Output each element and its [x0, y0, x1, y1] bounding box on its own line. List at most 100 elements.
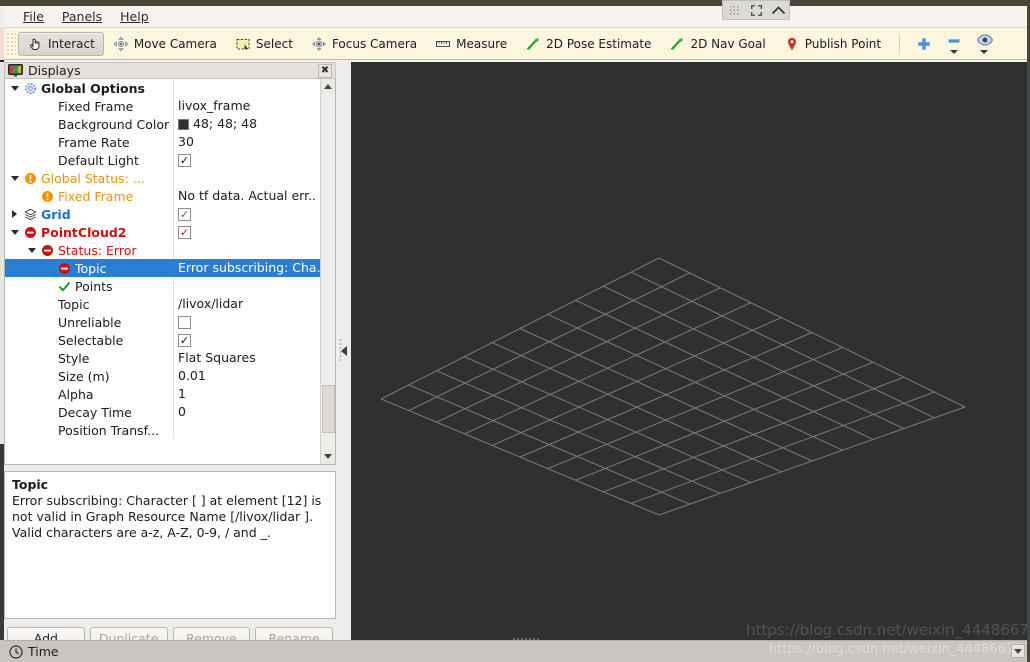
tree-row[interactable]: StyleFlat Squares — [5, 349, 320, 367]
visibility-tool-button[interactable] — [969, 33, 999, 54]
tree-item-value[interactable]: 0 — [173, 403, 320, 421]
tree-item-value[interactable]: 0.01 — [173, 367, 320, 385]
close-icon[interactable]: ✖ — [318, 64, 332, 78]
tree-item-label: Fixed Frame — [58, 99, 133, 114]
tree-item-value[interactable]: 1 — [173, 385, 320, 403]
tree-item-value[interactable]: 30 — [173, 133, 320, 151]
menu-panels[interactable]: Panels — [53, 7, 111, 26]
error-icon — [58, 262, 71, 275]
tree-row[interactable]: Size (m) 0.01 — [5, 367, 320, 385]
tree-item-value[interactable] — [173, 169, 320, 187]
tree-row[interactable]: Selectable✓ — [5, 331, 320, 349]
tool-measure[interactable]: Measure — [426, 32, 516, 56]
time-panel-expand-icon[interactable] — [1011, 644, 1025, 658]
tree-icon-spacer — [41, 154, 54, 167]
tool-move-camera[interactable]: Move Camera — [104, 32, 226, 56]
tree-row[interactable]: Position Transf... — [5, 421, 320, 439]
tree-row[interactable]: Decay Time0 — [5, 403, 320, 421]
tree-row[interactable]: Global Status: ... — [5, 169, 320, 187]
eye-icon — [976, 33, 992, 49]
checkbox[interactable]: ✓ — [178, 226, 191, 239]
checkbox[interactable]: ✓ — [178, 334, 191, 347]
tree-row[interactable]: Topic/livox/lidar — [5, 295, 320, 313]
tree-item-value[interactable]: ✓ — [173, 205, 320, 223]
tree-item-value[interactable]: ✓ — [173, 151, 320, 169]
tree-item-value[interactable]: Flat Squares — [173, 349, 320, 367]
tree-item-value[interactable]: ✓ — [173, 223, 320, 241]
tool-2d-pose-estimate[interactable]: 2D Pose Estimate — [516, 32, 660, 56]
expander-down-icon[interactable] — [9, 227, 20, 238]
toolbar: Interact Move Camera — [4, 28, 1027, 60]
collapse-icon[interactable] — [770, 3, 786, 17]
tree-row[interactable]: Grid✓ — [5, 205, 320, 223]
tree-row[interactable]: Frame Rate30 — [5, 133, 320, 151]
tool-focus-camera[interactable]: Focus Camera — [302, 32, 426, 56]
window-controls-overlay[interactable] — [722, 0, 790, 20]
tool-interact[interactable]: Interact — [18, 32, 104, 56]
scrollbar-thumb[interactable] — [322, 385, 335, 433]
tree-row[interactable]: TopicError subscribing: Cha.. — [5, 259, 320, 277]
3d-render-view[interactable]: https://blog.csdn.net/weixin_44486677 — [351, 62, 1027, 640]
tree-row[interactable]: Unreliable — [5, 313, 320, 331]
map-pin-icon — [784, 36, 800, 52]
tree-row[interactable]: Fixed FrameNo tf data. Actual err.. — [5, 187, 320, 205]
tree-item-value[interactable]: /livox/lidar — [173, 295, 320, 313]
tree-indent-spacer — [43, 281, 54, 292]
tree-item-value[interactable] — [173, 79, 320, 97]
expander-right-icon[interactable] — [9, 209, 20, 220]
time-panel: Time https://blog.csdn.net/weixin_444866… — [4, 640, 1027, 662]
tree-item-value[interactable] — [173, 277, 320, 295]
expander-down-icon[interactable] — [26, 245, 37, 256]
tree-indent-spacer — [26, 425, 37, 436]
tree-item-value[interactable]: 48; 48; 48 — [173, 115, 320, 133]
grid-icon[interactable] — [726, 3, 742, 17]
gear-icon — [24, 82, 37, 95]
tree-item-label: Size (m) — [58, 369, 110, 384]
add-tool-button[interactable] — [909, 36, 939, 52]
tree-item-value[interactable]: ✓ — [173, 331, 320, 349]
chevron-down-icon[interactable] — [980, 50, 988, 54]
time-panel-label: Time — [28, 644, 59, 659]
chevron-down-icon[interactable] — [950, 50, 958, 54]
tree-vertical-scrollbar[interactable] — [320, 79, 335, 464]
panel-splitter[interactable] — [337, 62, 351, 640]
menu-file[interactable]: File — [14, 7, 53, 26]
tree-row[interactable]: Background Color48; 48; 48 — [5, 115, 320, 133]
tree-row[interactable]: Points — [5, 277, 320, 295]
tree-row[interactable]: Status: Error — [5, 241, 320, 259]
tree-item-value[interactable]: No tf data. Actual err.. — [173, 187, 320, 205]
tool-publish-point[interactable]: Publish Point — [775, 32, 890, 56]
tree-item-value[interactable] — [173, 241, 320, 259]
scroll-up-button[interactable] — [321, 79, 335, 94]
tree-row[interactable]: PointCloud2✓ — [5, 223, 320, 241]
displays-tree[interactable]: Global Options Fixed Frame livox_frameBack… — [5, 79, 320, 464]
toolbar-grip[interactable] — [6, 32, 16, 56]
tree-item-value[interactable]: livox_frame — [173, 97, 320, 115]
tree-item-value[interactable] — [173, 421, 320, 439]
tree-icon-spacer — [41, 334, 54, 347]
maximize-icon[interactable] — [748, 3, 764, 17]
display-description-box: Topic Error subscribing: Character [ ] a… — [4, 471, 336, 619]
tree-row[interactable]: Fixed Frame livox_frame — [5, 97, 320, 115]
green-arrow-icon — [669, 36, 685, 52]
tree-row[interactable]: Global Options — [5, 79, 320, 97]
remove-tool-button[interactable] — [939, 33, 969, 54]
time-panel-grip[interactable] — [512, 637, 540, 641]
expander-down-icon[interactable] — [9, 173, 20, 184]
expander-down-icon[interactable] — [9, 83, 20, 94]
tree-item-label: Global Status: ... — [41, 171, 145, 186]
checkbox[interactable] — [178, 316, 191, 329]
tree-icon-spacer — [41, 388, 54, 401]
checkbox[interactable]: ✓ — [178, 208, 191, 221]
tree-row[interactable]: Default Light✓ — [5, 151, 320, 169]
tree-row[interactable]: Alpha1 — [5, 385, 320, 403]
tree-item-value[interactable]: Error subscribing: Cha.. — [173, 259, 320, 277]
tool-2d-nav-goal[interactable]: 2D Nav Goal — [660, 32, 774, 56]
tool-select[interactable]: Select — [226, 32, 302, 56]
warning-icon — [24, 172, 37, 185]
tree-item-value[interactable] — [173, 313, 320, 331]
checkbox[interactable]: ✓ — [178, 154, 191, 167]
scroll-down-button[interactable] — [321, 449, 335, 464]
menu-help[interactable]: Help — [111, 7, 158, 26]
color-swatch[interactable] — [178, 119, 189, 130]
